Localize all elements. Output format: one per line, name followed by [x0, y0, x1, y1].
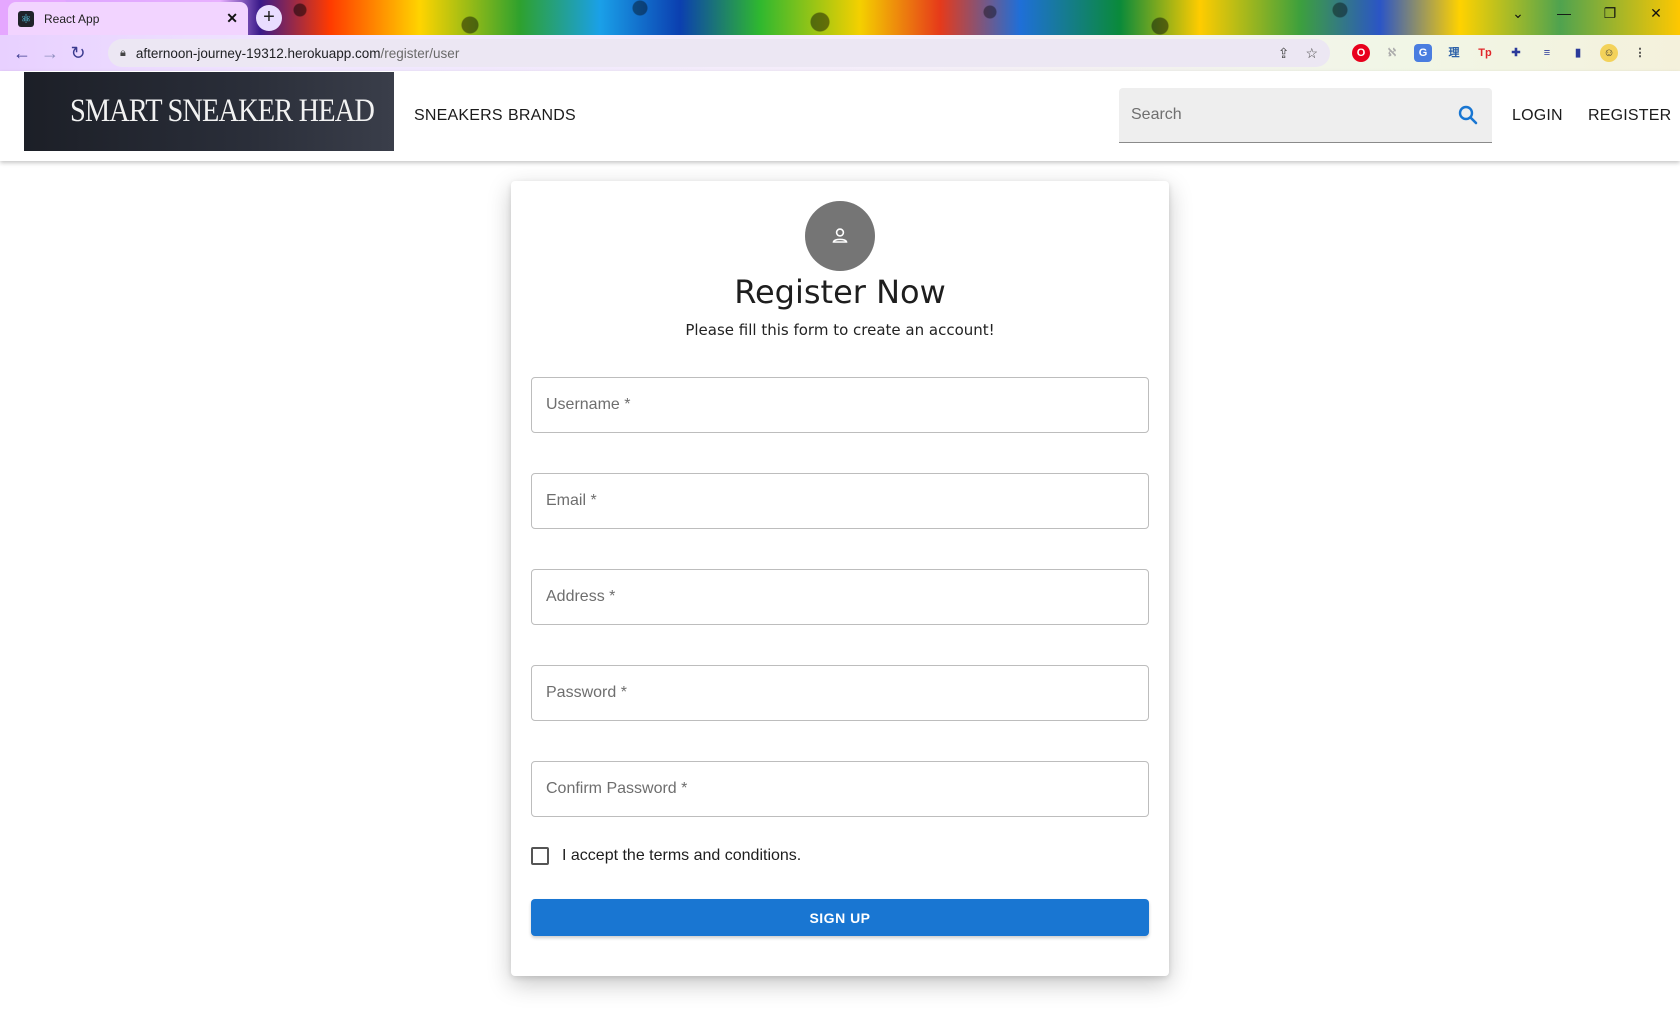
- bookmark-star-icon[interactable]: ☆: [1305, 45, 1318, 62]
- dictionary-ext-icon[interactable]: 理: [1445, 44, 1463, 62]
- app-header: SMART SNEAKER HEAD SNEAKERS BRANDS LOGIN…: [0, 71, 1680, 161]
- opera-ext-icon[interactable]: O: [1352, 44, 1370, 62]
- browser-tab-active[interactable]: ⚛ React App ✕: [8, 2, 248, 35]
- url-path: /register/user: [380, 45, 460, 61]
- translate-ext-icon[interactable]: G: [1414, 44, 1432, 62]
- person-icon: [832, 228, 848, 243]
- username-field[interactable]: Username *: [531, 377, 1149, 433]
- browser-toolbar: ← → ↻ 🔒︎ afternoon-journey-19312.herokua…: [0, 35, 1680, 71]
- minimize-icon[interactable]: —: [1552, 5, 1576, 21]
- forward-icon[interactable]: →: [36, 39, 64, 67]
- grey-ext-icon[interactable]: ℵ: [1383, 44, 1401, 62]
- address-label: Address *: [546, 588, 616, 605]
- nav-sneakers-link[interactable]: SNEAKERS: [414, 107, 503, 125]
- browser-tab-strip: ⚛ React App ✕ + ⌄ — ❐ ✕: [0, 0, 1680, 35]
- username-label: Username *: [546, 396, 631, 413]
- react-icon: ⚛: [18, 10, 34, 27]
- search-icon[interactable]: [1456, 103, 1480, 127]
- reload-icon[interactable]: ↻: [64, 39, 92, 67]
- logo-text: SMART SNEAKER HEAD: [70, 93, 375, 129]
- terms-checkbox[interactable]: [531, 847, 549, 865]
- email-field[interactable]: Email *: [531, 473, 1149, 529]
- restore-icon[interactable]: ❐: [1598, 5, 1622, 22]
- lock-icon: 🔒︎: [120, 46, 126, 59]
- puzzle-ext-icon[interactable]: ✚: [1507, 44, 1525, 62]
- share-icon[interactable]: ⇪: [1278, 45, 1290, 62]
- media-control-icon[interactable]: ≡: [1538, 44, 1556, 62]
- profile-avatar-icon[interactable]: ☺: [1600, 44, 1618, 62]
- confirm-password-label: Confirm Password *: [546, 780, 688, 797]
- url-host: afternoon-journey-19312.herokuapp.com: [135, 45, 381, 61]
- back-icon[interactable]: ←: [8, 39, 36, 67]
- tab-search-icon[interactable]: ⌄: [1506, 5, 1530, 22]
- page-title: Register Now: [734, 273, 946, 311]
- sign-up-button[interactable]: SIGN UP: [531, 899, 1149, 936]
- terms-label[interactable]: I accept the terms and conditions.: [562, 847, 801, 865]
- search-box: [1119, 88, 1492, 143]
- new-tab-button[interactable]: +: [256, 5, 282, 31]
- menu-dots-icon[interactable]: ⋮: [1631, 44, 1649, 62]
- page-subtitle: Please fill this form to create an accou…: [685, 321, 995, 339]
- tp-ext-icon[interactable]: Tp: [1476, 44, 1494, 62]
- email-label: Email *: [546, 492, 597, 509]
- register-card: Register Now Please fill this form to cr…: [511, 181, 1169, 976]
- password-label: Password *: [546, 684, 627, 701]
- site-logo[interactable]: SMART SNEAKER HEAD: [24, 72, 394, 151]
- window-close-icon[interactable]: ✕: [1644, 5, 1668, 22]
- confirm-password-field[interactable]: Confirm Password *: [531, 761, 1149, 817]
- password-field[interactable]: Password *: [531, 665, 1149, 721]
- tab-close-icon[interactable]: ✕: [226, 10, 238, 27]
- nav-register-link[interactable]: REGISTER: [1588, 107, 1671, 125]
- tab-title: React App: [44, 11, 100, 26]
- address-field[interactable]: Address *: [531, 569, 1149, 625]
- nav-login-link[interactable]: LOGIN: [1512, 107, 1563, 125]
- avatar: [805, 201, 875, 271]
- side-panel-icon[interactable]: ▮: [1569, 44, 1587, 62]
- terms-row: I accept the terms and conditions.: [531, 847, 801, 865]
- search-input[interactable]: [1131, 106, 1456, 124]
- address-bar[interactable]: 🔒︎ afternoon-journey-19312.herokuapp.com…: [108, 39, 1330, 67]
- nav-brands-link[interactable]: BRANDS: [508, 107, 576, 125]
